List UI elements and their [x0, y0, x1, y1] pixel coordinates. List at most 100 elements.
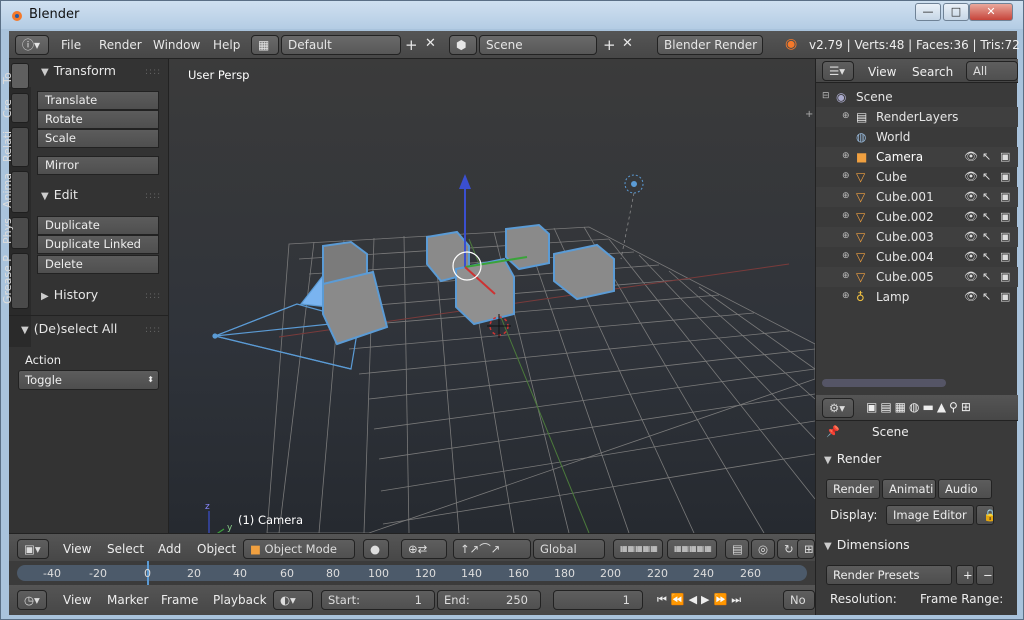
tab-relations[interactable]: Relati — [1, 127, 29, 167]
tab-create[interactable]: Cre — [1, 93, 29, 123]
render-toggle-icon[interactable]: ▣ — [1000, 150, 1010, 163]
viewport-menu-view[interactable]: View — [63, 542, 91, 556]
select-arrow-icon[interactable]: ↖ — [982, 150, 991, 163]
add-scene-icon[interactable]: + — [603, 36, 616, 54]
outliner-row-camera[interactable]: ⊕ ■ Camera 👁 ↖ ▣ — [816, 147, 1018, 167]
select-arrow-icon[interactable]: ↖ — [982, 290, 991, 303]
tab-animation[interactable]: Anima — [1, 171, 29, 213]
scene-field[interactable]: Scene — [479, 35, 597, 55]
render-engine-select[interactable]: Blender Render — [657, 35, 763, 55]
scene-selector-icon[interactable]: ⬢ — [449, 35, 477, 55]
render-toggle-icon[interactable]: ▣ — [1000, 170, 1010, 183]
select-arrow-icon[interactable]: ↖ — [982, 250, 991, 263]
proportional-edit-icon[interactable]: ◎ — [751, 539, 775, 559]
eye-icon[interactable]: 👁 — [964, 230, 978, 243]
editor-type-properties-button[interactable]: ⚙▾ — [822, 398, 854, 418]
minimize-button[interactable]: — — [915, 3, 941, 21]
remove-scene-icon[interactable]: ✕ — [622, 36, 633, 51]
panel-grip-icon[interactable]: :::: — [145, 191, 161, 201]
tab-tools[interactable]: To — [1, 63, 29, 89]
translate-button[interactable]: Translate — [37, 91, 159, 110]
outliner-display-mode-select[interactable]: All Scenes — [966, 61, 1018, 81]
viewport-menu-object[interactable]: Object — [197, 542, 236, 556]
outliner-row-cube-001[interactable]: ⊕ ▽ Cube.001 👁 ↖ ▣ — [816, 187, 1018, 207]
select-arrow-icon[interactable]: ↖ — [982, 270, 991, 283]
editor-type-outliner-button[interactable]: ☰▾ — [822, 61, 854, 81]
select-arrow-icon[interactable]: ↖ — [982, 170, 991, 183]
end-frame-field[interactable]: End: 250 — [437, 590, 541, 610]
render-toggle-icon[interactable]: ▣ — [1000, 230, 1010, 243]
add-preset-icon[interactable]: + — [956, 565, 974, 585]
timeline-menu-marker[interactable]: Marker — [107, 593, 148, 607]
scale-button[interactable]: Scale — [37, 129, 159, 148]
outliner-row-cube-005[interactable]: ⊕ ▽ Cube.005 👁 ↖ ▣ — [816, 267, 1018, 287]
pin-icon[interactable]: 📌 — [826, 425, 840, 438]
outliner-row-renderlayers[interactable]: ⊕ ▤ RenderLayers — [816, 107, 1018, 127]
outliner-row-cube-004[interactable]: ⊕ ▽ Cube.004 👁 ↖ ▣ — [816, 247, 1018, 267]
outliner-row-lamp[interactable]: ⊕ ♁ Lamp 👁 ↖ ▣ — [816, 287, 1018, 307]
render-audio-button[interactable]: Audio — [938, 479, 992, 499]
tab-physics[interactable]: Phys — [1, 217, 29, 249]
properties-editor[interactable]: ⚙▾ ▣▤▦◍▬▲⚲⊞ 📌 Scene ▼ Render Render Anima… — [815, 395, 1018, 615]
delete-button[interactable]: Delete — [37, 255, 159, 274]
eye-icon[interactable]: 👁 — [964, 270, 978, 283]
keying-set-icons[interactable]: ◐▾ — [273, 590, 313, 610]
render-presets-select[interactable]: Render Presets — [826, 565, 952, 585]
eye-icon[interactable]: 👁 — [964, 150, 978, 163]
close-window-button[interactable]: ✕ — [969, 3, 1013, 21]
outliner-row-cube-003[interactable]: ⊕ ▽ Cube.003 👁 ↖ ▣ — [816, 227, 1018, 247]
manipulator-toggle-icons[interactable]: ↑↗⌒↗ — [453, 539, 531, 559]
outliner-row-cube[interactable]: ⊕ ▽ Cube 👁 ↖ ▣ — [816, 167, 1018, 187]
render-toggle-icon[interactable]: ▣ — [1000, 270, 1010, 283]
editor-type-info-button[interactable]: ⓘ▾ — [15, 35, 49, 55]
layers-grid-1[interactable]: ▦▦▦▦▦ — [613, 539, 663, 559]
render-still-button[interactable]: Render — [826, 479, 880, 499]
transform-orientation-select[interactable]: Global — [533, 539, 605, 559]
render-toggle-icon[interactable]: ▣ — [1000, 290, 1010, 303]
transform-panel-header[interactable]: ▼ Transform — [41, 63, 116, 78]
select-arrow-icon[interactable]: ↖ — [982, 190, 991, 203]
screen-layout-field[interactable]: Default — [281, 35, 401, 55]
rotate-button[interactable]: Rotate — [37, 110, 159, 129]
menu-window[interactable]: Window — [153, 38, 200, 52]
outliner-menu-search[interactable]: Search — [912, 65, 953, 79]
duplicate-button[interactable]: Duplicate — [37, 216, 159, 235]
current-frame-field[interactable]: 1 — [553, 590, 643, 610]
viewport-menu-select[interactable]: Select — [107, 542, 144, 556]
panel-grip-icon[interactable]: :::: — [145, 67, 161, 77]
render-panel-header[interactable]: ▼ Render — [824, 451, 881, 466]
render-toggle-icon[interactable]: ▣ — [1000, 210, 1010, 223]
outliner-scrollbar[interactable] — [822, 379, 946, 387]
render-preview-icon[interactable]: ⊞ — [797, 539, 815, 559]
maximize-button[interactable]: □ — [943, 3, 969, 21]
timeline-area[interactable]: -40 -20 0 20 40 60 80 100 120 140 160 18… — [9, 561, 815, 585]
render-toggle-icon[interactable]: ▣ — [1000, 250, 1010, 263]
select-arrow-icon[interactable]: ↖ — [982, 230, 991, 243]
panel-grip-icon[interactable]: :::: — [145, 291, 161, 301]
eye-icon[interactable]: 👁 — [964, 290, 978, 303]
timeline-menu-playback[interactable]: Playback — [213, 593, 267, 607]
interaction-mode-select[interactable]: ■ Object Mode — [243, 539, 355, 559]
editor-type-timeline-button[interactable]: ◷▾ — [17, 590, 47, 610]
action-select[interactable]: Toggle ⬍ — [18, 370, 159, 390]
timeline-scrubber[interactable] — [17, 565, 807, 581]
sync-mode-select[interactable]: No S — [783, 590, 815, 610]
timeline-menu-view[interactable]: View — [63, 593, 91, 607]
mirror-button[interactable]: Mirror — [37, 156, 159, 175]
layers-grid-2[interactable]: ▦▦▦▦▦ — [667, 539, 717, 559]
pivot-and-manipulator-icons[interactable]: ⊕⇄ — [401, 539, 447, 559]
cube-objects[interactable] — [322, 223, 615, 346]
outliner-row-scene[interactable]: ⊟ ◉ Scene — [816, 87, 1018, 107]
menu-render[interactable]: Render — [99, 38, 142, 52]
remove-preset-icon[interactable]: − — [976, 565, 994, 585]
operator-panel-header[interactable]: ▼ (De)select All — [21, 321, 117, 336]
add-screen-icon[interactable]: + — [405, 36, 418, 54]
menu-file[interactable]: File — [61, 38, 81, 52]
viewport-menu-add[interactable]: Add — [158, 542, 181, 556]
display-select[interactable]: Image Editor — [886, 505, 974, 525]
outliner-menu-view[interactable]: View — [868, 65, 896, 79]
render-toggle-icon[interactable]: ▣ — [1000, 190, 1010, 203]
menu-help[interactable]: Help — [213, 38, 240, 52]
history-panel-header[interactable]: ▶ History — [41, 287, 98, 302]
timeline-menu-frame[interactable]: Frame — [161, 593, 198, 607]
